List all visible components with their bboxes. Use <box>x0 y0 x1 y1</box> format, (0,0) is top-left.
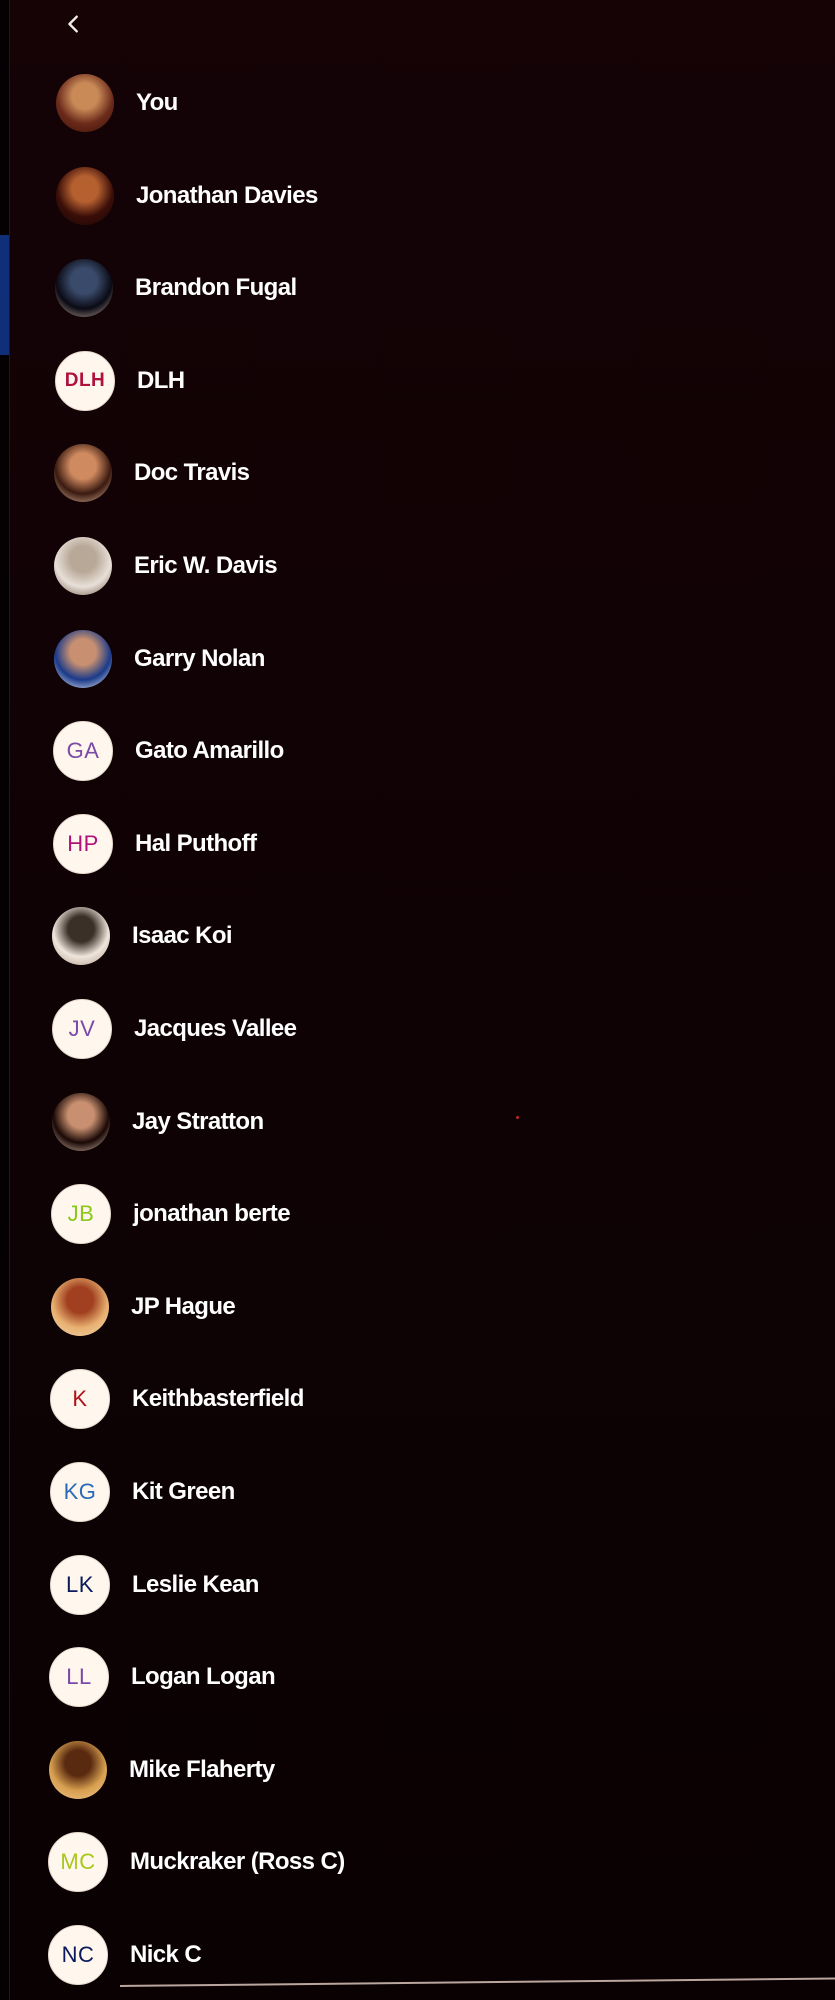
participant-row[interactable]: Doc Travis <box>54 441 250 505</box>
participant-row[interactable]: You <box>56 71 178 135</box>
avatar: LL <box>49 1647 109 1707</box>
participant-name: jonathan berte <box>133 1200 291 1227</box>
participant-row[interactable]: Garry Nolan <box>54 627 265 691</box>
participant-name: Jay Stratton <box>132 1108 264 1135</box>
avatar-initials: DLH <box>64 370 106 391</box>
participant-row[interactable]: JV Jacques Vallee <box>52 997 297 1061</box>
avatar <box>49 1741 107 1799</box>
participant-name: Garry Nolan <box>134 645 265 672</box>
avatar-initials: JV <box>68 1016 96 1041</box>
avatar <box>54 444 112 502</box>
participant-row[interactable]: Isaac Koi <box>52 904 233 968</box>
participant-name: JP Hague <box>131 1293 236 1320</box>
avatar-initials: HP <box>67 831 99 856</box>
participant-row[interactable]: LK Leslie Kean <box>50 1553 259 1617</box>
participant-name: Eric W. Davis <box>134 552 278 579</box>
participant-row[interactable]: KG Kit Green <box>50 1460 235 1524</box>
back-button[interactable] <box>58 10 90 42</box>
left-edge-accent <box>0 235 9 355</box>
participant-row[interactable]: Mike Flaherty <box>49 1738 275 1802</box>
avatar-initials: MC <box>60 1849 96 1874</box>
avatar: HP <box>53 814 113 874</box>
participant-row[interactable]: DLH DLH <box>55 349 185 413</box>
participant-name: Gato Amarillo <box>135 737 284 764</box>
avatar <box>55 259 113 317</box>
participant-row[interactable]: JP Hague <box>51 1275 236 1339</box>
participant-name: Nick C <box>130 1941 202 1968</box>
stray-mark <box>516 1116 519 1119</box>
participant-row[interactable]: Jonathan Davies <box>56 164 318 228</box>
avatar: MC <box>48 1832 108 1892</box>
participant-row[interactable]: JB jonathan berte <box>51 1182 291 1246</box>
avatar-initials: LK <box>66 1572 94 1597</box>
participant-name: Muckraker (Ross C) <box>130 1848 345 1875</box>
avatar <box>56 167 114 225</box>
avatar-initials: K <box>72 1386 88 1411</box>
participant-row[interactable]: Jay Stratton <box>52 1090 264 1154</box>
participant-name: Jacques Vallee <box>134 1015 297 1042</box>
participant-row[interactable]: Brandon Fugal <box>55 256 297 320</box>
avatar-initials: NC <box>61 1942 95 1967</box>
avatar <box>56 74 114 132</box>
avatar: NC <box>48 1925 108 1985</box>
avatar: GA <box>53 721 113 781</box>
participant-row[interactable]: MC Muckraker (Ross C) <box>48 1830 345 1894</box>
participant-name: Logan Logan <box>131 1663 276 1690</box>
avatar: JV <box>52 999 112 1059</box>
participant-name: Kit Green <box>132 1478 235 1505</box>
participant-row[interactable]: HP Hal Puthoff <box>53 812 257 876</box>
avatar-initials: JB <box>67 1201 95 1226</box>
participant-row[interactable]: GA Gato Amarillo <box>53 719 284 783</box>
avatar-initials: KG <box>63 1479 97 1504</box>
participant-row[interactable]: LL Logan Logan <box>49 1645 276 1709</box>
bottom-divider <box>119 1977 835 1987</box>
participant-name: Brandon Fugal <box>135 274 297 301</box>
participant-name: Isaac Koi <box>132 922 233 949</box>
participant-name: Jonathan Davies <box>136 182 318 209</box>
avatar: LK <box>50 1555 110 1615</box>
avatar <box>52 1093 110 1151</box>
chevron-left-icon <box>63 13 85 40</box>
avatar-initials: LL <box>66 1664 92 1689</box>
avatar-initials: GA <box>66 738 100 763</box>
participant-name: Leslie Kean <box>132 1571 259 1598</box>
participant-name: DLH <box>137 367 185 394</box>
participant-name: Keithbasterfield <box>132 1385 304 1412</box>
avatar: DLH <box>55 351 115 411</box>
participant-name: Mike Flaherty <box>129 1756 275 1783</box>
avatar: JB <box>51 1184 111 1244</box>
participant-name: You <box>136 89 178 116</box>
participant-name: Doc Travis <box>134 459 250 486</box>
participant-row[interactable]: NC Nick C <box>48 1923 202 1987</box>
participant-row[interactable]: K Keithbasterfield <box>50 1367 304 1431</box>
avatar <box>51 1278 109 1336</box>
avatar: K <box>50 1369 110 1429</box>
participant-name: Hal Puthoff <box>135 830 257 857</box>
avatar: KG <box>50 1462 110 1522</box>
participants-panel: You Jonathan Davies Brandon Fugal DLH DL… <box>0 0 835 2000</box>
avatar <box>54 630 112 688</box>
avatar <box>54 537 112 595</box>
participant-row[interactable]: Eric W. Davis <box>54 534 278 598</box>
avatar <box>52 907 110 965</box>
